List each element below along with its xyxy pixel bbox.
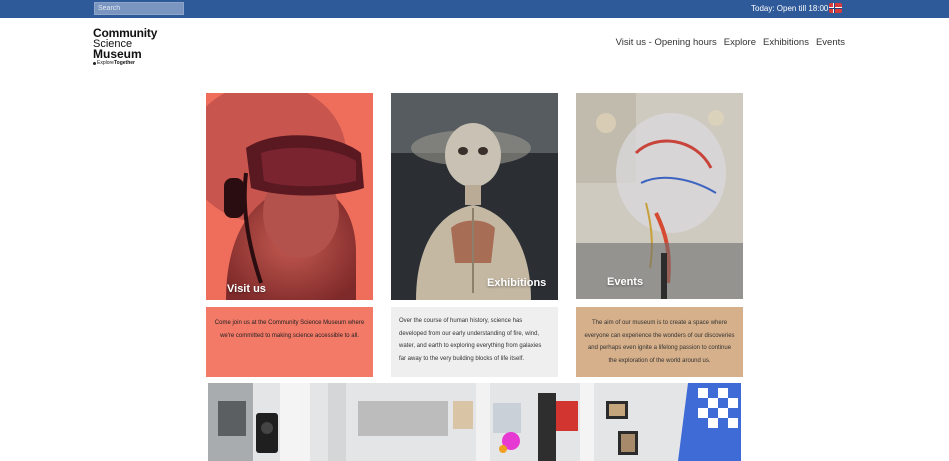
norwegian-flag-icon[interactable] [829, 3, 842, 13]
exhibitions-card-image[interactable]: Exhibitions [391, 93, 558, 300]
visit-us-description: Come join us at the Community Science Mu… [206, 307, 373, 377]
opening-status: Today: Open till 18:00 [751, 4, 829, 13]
logo-dot-icon [93, 62, 96, 65]
logo-tagline: ExploreTogether [93, 60, 173, 67]
visit-us-title: Visit us [227, 283, 266, 295]
nav-events[interactable]: Events [816, 37, 845, 48]
logo-line-3: Museum [93, 47, 142, 61]
nav-visit-us[interactable]: Visit us - Opening hours [616, 37, 717, 48]
skull-model-photo [576, 93, 743, 299]
exhibitions-description: Over the course of human history, scienc… [391, 307, 558, 377]
top-bar: Today: Open till 18:00 [0, 0, 949, 18]
events-card-image[interactable]: Events [576, 93, 743, 299]
visit-us-card-image[interactable]: Visit us [206, 93, 373, 300]
anatomy-model-photo [391, 93, 558, 300]
main-nav: Visit us - Opening hours Explore Exhibit… [616, 37, 845, 48]
tagline-bold: Together [113, 60, 135, 66]
events-title: Events [607, 276, 644, 288]
nav-explore[interactable]: Explore [724, 37, 756, 48]
museum-gallery-photo [208, 383, 741, 461]
exhibitions-title: Exhibitions [487, 277, 547, 289]
search-input[interactable] [94, 2, 184, 15]
vr-headset-photo [206, 93, 373, 300]
nav-exhibitions[interactable]: Exhibitions [763, 37, 809, 48]
tagline-regular: Explore [97, 60, 114, 66]
events-description: The aim of our museum is to create a spa… [576, 307, 743, 377]
museum-logo[interactable]: Community Science Museum ExploreTogether [93, 27, 173, 67]
gallery-interior-photo [208, 383, 741, 461]
